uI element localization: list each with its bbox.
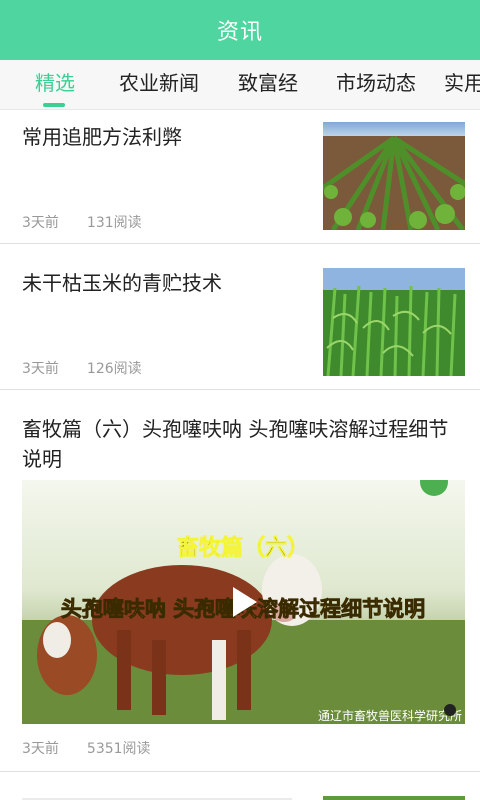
article-title[interactable]: 未干枯玉米的青贮技术 xyxy=(22,268,222,298)
tab-agri-news[interactable]: 农业新闻 xyxy=(119,60,199,109)
article-meta: 3天前 5351阅读 xyxy=(22,738,179,758)
article-reads: 5351阅读 xyxy=(86,741,151,757)
article-meta: 3天前 126阅读 xyxy=(22,358,170,378)
video-caption-top: 畜牧篇（六） xyxy=(177,535,309,561)
list-item[interactable]: 畜牧篇（六）头孢噻呋呐 头孢噻呋溶解过程细节说明 畜牧篇（六） 头孢噻呋呐 头孢… xyxy=(0,390,480,772)
tab-practical[interactable]: 实用 xyxy=(444,60,480,109)
list-item[interactable] xyxy=(0,772,480,800)
article-time: 3天前 xyxy=(22,215,59,231)
tab-market[interactable]: 市场动态 xyxy=(336,60,416,109)
article-feed: 常用追肥方法利弊 3天前 131阅读 未干枯玉米的青贮技术 3天前 126阅读 … xyxy=(0,110,480,800)
list-item[interactable]: 常用追肥方法利弊 3天前 131阅读 xyxy=(0,110,480,244)
article-reads: 126阅读 xyxy=(86,361,142,377)
article-time: 3天前 xyxy=(22,361,59,377)
list-item[interactable]: 未干枯玉米的青贮技术 3天前 126阅读 xyxy=(0,244,480,390)
green-corn-image[interactable] xyxy=(323,268,465,376)
corn-field-image[interactable] xyxy=(323,122,465,230)
article-title[interactable]: 畜牧篇（六）头孢噻呋呐 头孢噻呋溶解过程细节说明 xyxy=(22,414,467,474)
article-meta: 3天前 131阅读 xyxy=(22,212,170,232)
app-header: 资讯 xyxy=(0,0,480,60)
video-player[interactable]: 畜牧篇（六） 头孢噻呋呐 头孢噻呋溶解过程细节说明 通辽市畜牧兽医科学研究所 xyxy=(22,480,465,724)
active-tab-indicator xyxy=(43,103,65,107)
play-icon[interactable] xyxy=(224,582,264,622)
video-watermark: 通辽市畜牧兽医科学研究所 xyxy=(318,708,462,723)
article-title[interactable]: 常用追肥方法利弊 xyxy=(22,122,182,152)
article-time: 3天前 xyxy=(22,741,59,757)
article-reads: 131阅读 xyxy=(86,215,142,231)
article-thumbnail[interactable] xyxy=(323,796,465,800)
tab-wealth[interactable]: 致富经 xyxy=(238,60,298,109)
category-tabs: 精选 农业新闻 致富经 市场动态 实用 xyxy=(0,60,480,110)
page-title: 资讯 xyxy=(216,20,263,45)
